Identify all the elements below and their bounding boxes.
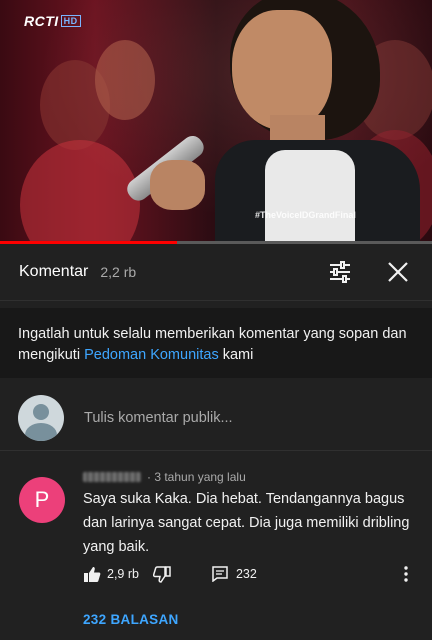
comment-input[interactable] xyxy=(82,409,386,427)
video-hashtag: #TheVoiceIDGrandFinal xyxy=(255,210,356,220)
close-icon[interactable] xyxy=(384,258,412,286)
video-player[interactable]: RCTI HD #TheVoiceIDGrandFinal xyxy=(0,0,432,244)
comment-text: Saya suka Kaka. Dia hebat. Tendangannya … xyxy=(83,491,410,555)
comments-count: 2,2 rb xyxy=(100,264,137,280)
community-guidelines-notice: Ingatlah untuk selalu memberikan komenta… xyxy=(0,308,432,378)
thumbs-down-icon xyxy=(152,565,171,583)
community-guidelines-link[interactable]: Pedoman Komunitas xyxy=(84,347,219,363)
singer-shirt xyxy=(265,150,355,244)
hd-badge: HD xyxy=(60,15,81,27)
reply-button[interactable]: 232 xyxy=(212,566,257,582)
thumbs-up-icon xyxy=(84,566,101,582)
view-replies-link[interactable]: 232 BALASAN xyxy=(83,612,179,627)
comments-title: Komentar xyxy=(19,263,89,280)
comment-meta: · 3 tahun yang lalu xyxy=(83,470,246,484)
singer-hand xyxy=(150,160,205,210)
comments-header: Komentar 2,2 rb xyxy=(0,244,432,301)
dislike-button[interactable] xyxy=(152,565,171,583)
comment-item: P · 3 tahun yang lalu Saya suka Kaka. Di… xyxy=(0,458,432,640)
comment-actions: 2,9 rb 232 xyxy=(83,564,257,584)
like-button[interactable]: 2,9 rb xyxy=(83,566,139,583)
sliders-icon[interactable] xyxy=(326,258,354,286)
reply-count: 232 xyxy=(235,567,257,581)
comment-time: · 3 tahun yang lalu xyxy=(147,470,246,484)
comment-icon xyxy=(212,566,228,582)
blurred-username xyxy=(83,472,141,482)
notice-text-end: kami xyxy=(218,347,254,363)
like-count: 2,9 rb xyxy=(107,567,139,581)
commenter-avatar[interactable]: P xyxy=(19,477,65,523)
channel-logo: RCTI HD xyxy=(24,13,81,29)
user-avatar xyxy=(18,395,64,441)
add-comment-row xyxy=(0,386,432,451)
more-options-icon[interactable] xyxy=(396,564,416,584)
singer-face xyxy=(232,10,332,130)
